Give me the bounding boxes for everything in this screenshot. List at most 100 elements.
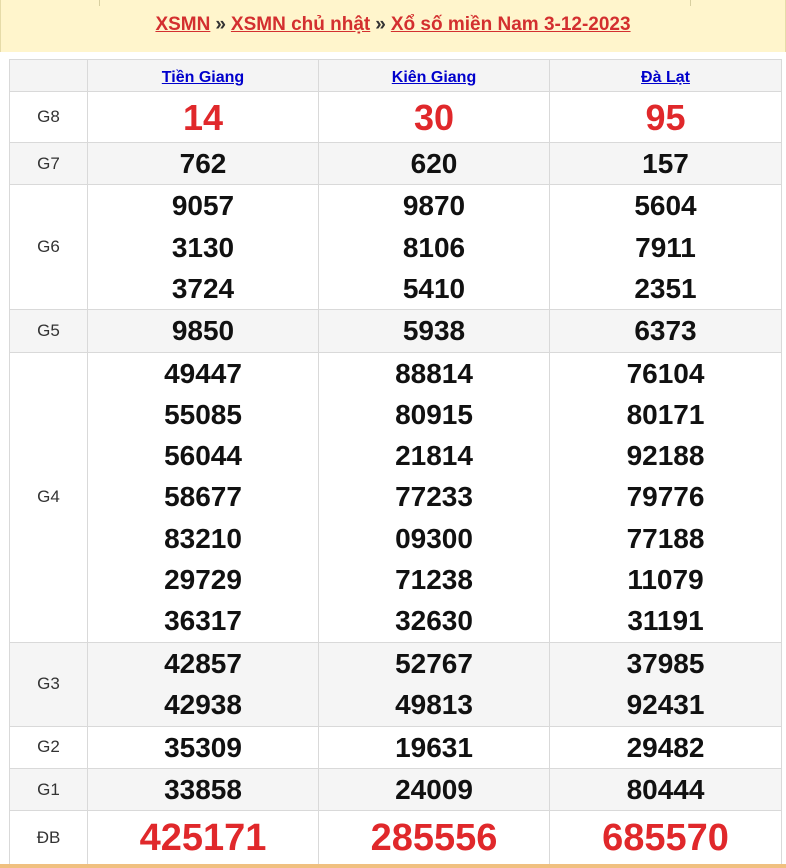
prize-cell: 285556	[318, 810, 550, 867]
prize-number: 2351	[634, 272, 697, 304]
prize-cell: 37985 92431	[549, 641, 782, 727]
breadcrumb: XSMN» XSMN chủ nhật» Xổ số miền Nam 3-12-2…	[0, 14, 786, 36]
prize-number: 49447	[164, 357, 242, 389]
prize-number: 3130	[171, 231, 235, 263]
prize-number: 71238	[395, 564, 473, 596]
prize-number: 56044	[164, 440, 242, 472]
breadcrumb-separator: »	[375, 14, 386, 35]
prize-number: 80444	[626, 773, 705, 805]
prize-number: 31191	[627, 605, 704, 637]
prize-number: 5604	[634, 190, 697, 222]
prize-number: 76104	[626, 357, 705, 389]
prize-label: G6	[9, 184, 88, 311]
prize-cell: 42857 42938	[87, 641, 319, 727]
prize-number: 30	[413, 96, 455, 138]
province-link-kien-giang[interactable]: Kiên Giang	[392, 69, 476, 86]
breadcrumb-link-current-draw[interactable]: Xổ số miền Nam 3-12-2023	[391, 14, 631, 35]
breadcrumb-link-xsmn-sunday[interactable]: XSMN chủ nhật	[231, 14, 370, 35]
prize-label: G1	[9, 767, 88, 812]
breadcrumb-separator: »	[215, 14, 226, 35]
prize-cell: 95	[549, 91, 782, 143]
prize-cell: 762	[87, 141, 319, 186]
prize-cell: 9057 3130 3724	[87, 184, 319, 311]
prize-number: 52767	[395, 647, 473, 679]
prize-number: 157	[642, 148, 689, 179]
prize-label: G7	[9, 141, 88, 186]
prize-number: 6373	[634, 315, 697, 347]
prize-number: 19631	[395, 731, 473, 763]
header-empty-cell	[9, 59, 88, 92]
prize-number: 55085	[164, 398, 242, 430]
prize-row: G1 33858 24009 80444	[9, 767, 782, 812]
prize-number: 7911	[635, 231, 696, 263]
prize-number: 58677	[164, 481, 242, 513]
prize-row: G4 49447 55085 56044 58677 83210 29729 36317 888…	[9, 351, 782, 643]
prize-number: 620	[410, 148, 458, 179]
prize-cell: 35309	[87, 725, 319, 769]
prize-number: 36317	[164, 605, 242, 637]
prize-cell: 29482	[549, 725, 782, 769]
prize-number: 49813	[395, 689, 473, 721]
province-link-da-lat[interactable]: Đà Lạt	[641, 69, 690, 86]
prize-number: 88814	[395, 357, 473, 389]
prize-row: ĐB 425171 285556 685570	[9, 810, 782, 867]
prize-cell: 33858	[87, 767, 319, 812]
prize-cell: 19631	[318, 725, 550, 769]
prize-number: 95	[645, 96, 686, 138]
prize-row: G2 35309 19631 29482	[9, 725, 782, 769]
divider	[690, 0, 691, 6]
table-header-row: Tiền Giang Kiên Giang Đà Lạt	[9, 59, 782, 92]
prize-number: 77188	[626, 522, 705, 554]
prize-number: 79776	[626, 481, 705, 513]
header-province: Kiên Giang	[318, 59, 550, 92]
prize-cell: 88814 80915 21814 77233 09300 71238 32630	[318, 351, 550, 643]
prize-label: G2	[9, 725, 88, 769]
prize-number: 285556	[370, 817, 498, 860]
prize-number: 09300	[395, 522, 473, 554]
prize-label: G3	[9, 641, 88, 727]
prize-row: G8 14 30 95	[9, 91, 782, 143]
prize-number: 42857	[164, 647, 242, 679]
prize-cell: 52767 49813	[318, 641, 550, 727]
header-province: Đà Lạt	[549, 59, 782, 92]
prize-cell: 80444	[549, 767, 782, 812]
breadcrumb-link-xsmn[interactable]: XSMN	[155, 14, 210, 35]
prize-cell: 5938	[318, 309, 550, 353]
prize-number: 29482	[626, 731, 705, 763]
prize-number: 83210	[164, 522, 242, 554]
prize-number: 425171	[139, 817, 267, 860]
prize-cell: 49447 55085 56044 58677 83210 29729 36317	[87, 351, 319, 643]
prize-number: 77233	[395, 481, 473, 513]
prize-label: ĐB	[9, 810, 88, 867]
prize-number: 762	[179, 148, 227, 179]
prize-row: G7 762 620 157	[9, 141, 782, 186]
prize-number: 24009	[395, 773, 473, 805]
prize-cell: 14	[87, 91, 319, 143]
prize-number: 92431	[626, 689, 705, 721]
prize-cell: 24009	[318, 767, 550, 812]
divider	[99, 0, 100, 6]
prize-cell: 6373	[549, 309, 782, 353]
prize-number: 685570	[602, 817, 729, 860]
prize-number: 9850	[171, 315, 235, 347]
prize-number: 21814	[395, 440, 473, 472]
province-link-tien-giang[interactable]: Tiền Giang	[162, 69, 244, 86]
prize-number: 42938	[164, 689, 242, 721]
prize-cell: 425171	[87, 810, 319, 867]
prize-number: 5410	[402, 272, 466, 304]
prize-label: G8	[9, 91, 88, 143]
prize-number: 35309	[164, 731, 242, 763]
prize-number: 37985	[626, 647, 705, 679]
prize-number: 11079	[627, 564, 704, 596]
prize-number: 14	[182, 96, 224, 138]
prize-row: G5 9850 5938 6373	[9, 309, 782, 353]
prize-number: 9057	[171, 190, 235, 222]
prize-number: 3724	[171, 272, 235, 304]
prize-cell: 5604 7911 2351	[549, 184, 782, 311]
prize-number: 29729	[164, 564, 242, 596]
results-table: Tiền Giang Kiên Giang Đà Lạt G8 14 30 95 G7 7…	[9, 59, 782, 867]
prize-label: G4	[9, 351, 88, 643]
prize-cell: 9850	[87, 309, 319, 353]
prize-row: G6 9057 3130 3724 9870 8106 5410 5604 7911 2351	[9, 184, 782, 311]
prize-cell: 76104 80171 92188 79776 77188 11079 31191	[549, 351, 782, 643]
